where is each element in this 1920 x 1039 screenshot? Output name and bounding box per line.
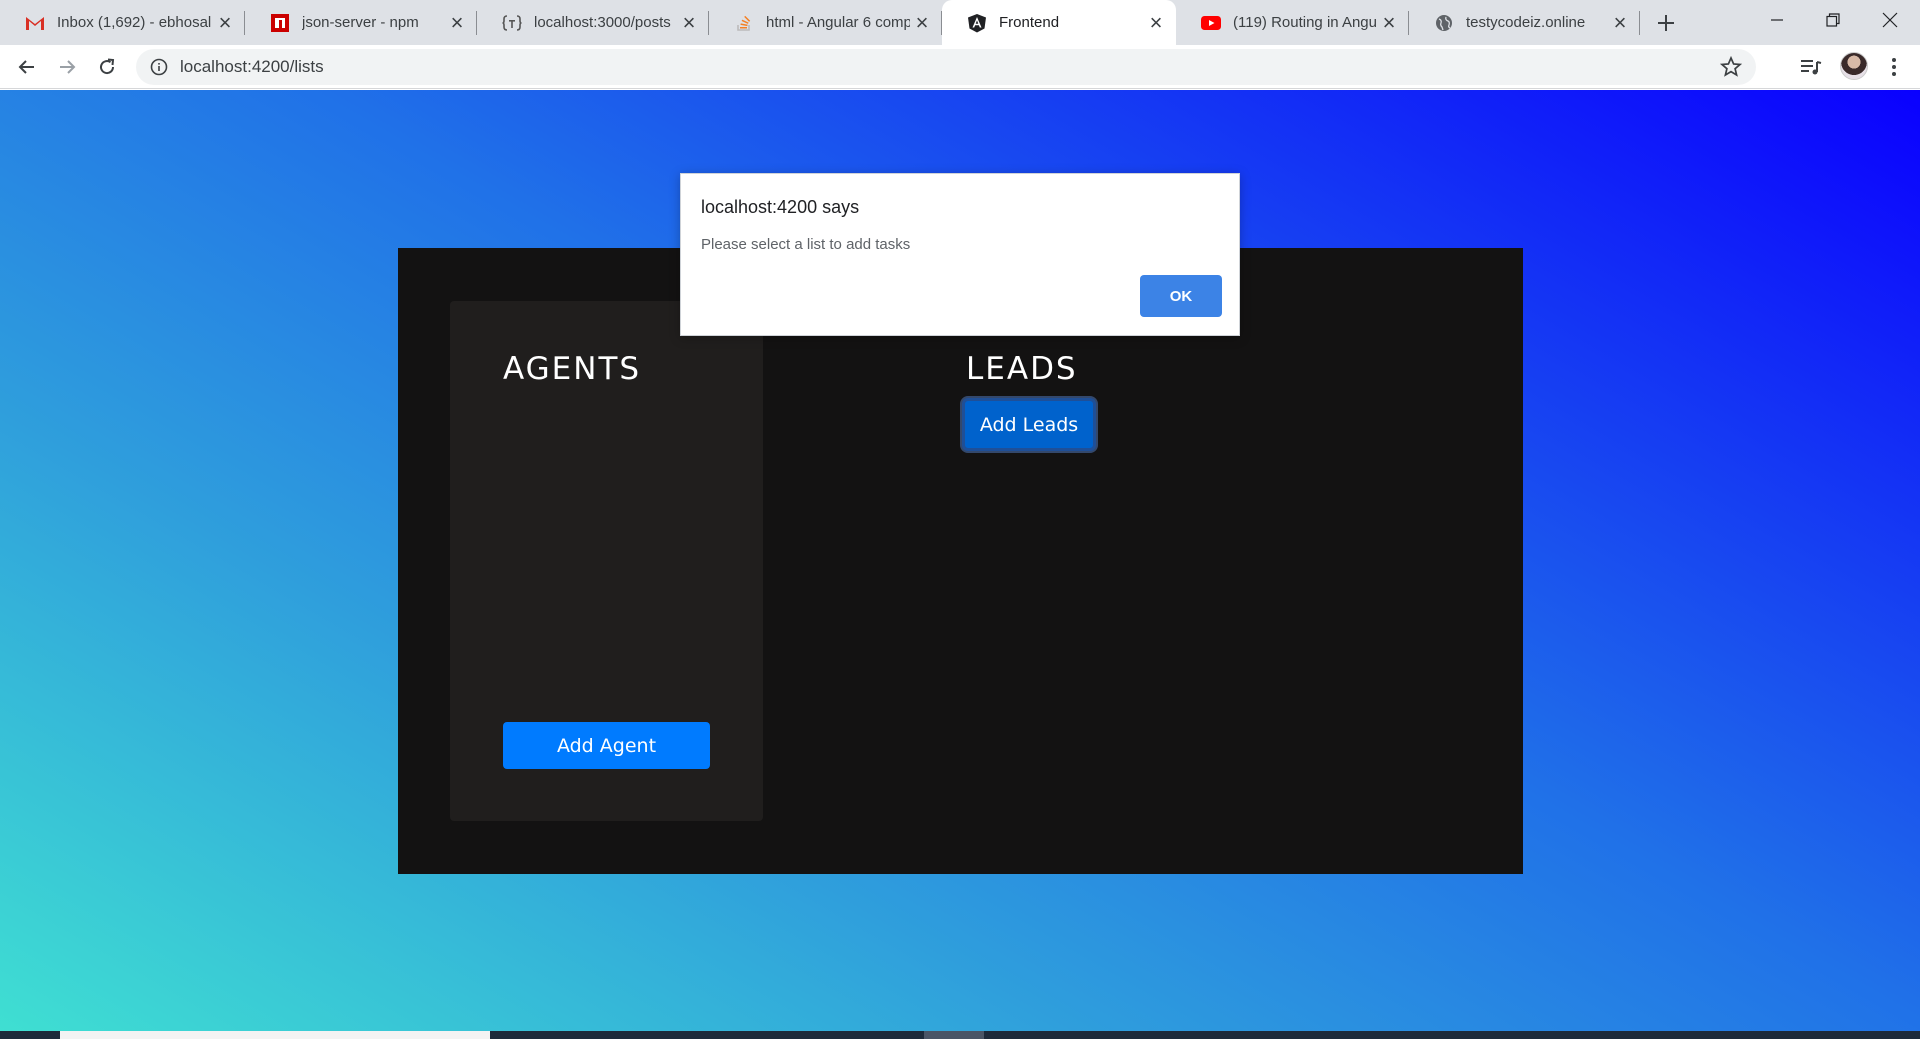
tab-stackoverflow[interactable]: html - Angular 6 comp × (709, 0, 942, 45)
gmail-icon (25, 13, 45, 33)
reload-icon (100, 58, 115, 75)
restore-button[interactable] (1805, 0, 1861, 40)
alert-dialog: localhost:4200 says Please select a list… (680, 173, 1240, 336)
taskbar-app[interactable] (924, 1031, 984, 1039)
close-icon[interactable]: × (1608, 10, 1632, 35)
tab-youtube-routing[interactable]: (119) Routing in Angul × (1176, 0, 1409, 45)
tab-json-server-npm[interactable]: json-server - npm × (245, 0, 477, 45)
close-icon (1882, 12, 1898, 28)
globe-icon (1434, 13, 1454, 33)
youtube-icon (1201, 13, 1221, 33)
npm-icon (270, 13, 290, 33)
tab-title: localhost:3000/posts (534, 14, 671, 31)
back-button[interactable] (11, 51, 43, 83)
tab-testycodeiz[interactable]: testycodeiz.online × (1409, 0, 1640, 45)
browser-tab-strip: Inbox (1,692) - ebhosal × json-server - … (0, 0, 1920, 45)
close-icon[interactable]: × (213, 10, 237, 35)
agents-heading: AGENTS (503, 351, 642, 387)
json-icon (502, 13, 522, 33)
add-leads-button[interactable]: Add Leads (962, 398, 1096, 451)
minimize-icon (1771, 19, 1783, 21)
tab-title: testycodeiz.online (1466, 14, 1586, 31)
browser-toolbar: localhost:4200/lists (0, 45, 1920, 89)
close-window-button[interactable] (1862, 0, 1918, 40)
reload-button[interactable] (91, 51, 123, 83)
close-icon[interactable]: × (1377, 10, 1401, 35)
tab-title: (119) Routing in Angul (1233, 14, 1377, 31)
tab-title: Inbox (1,692) - ebhosal (57, 14, 212, 31)
arrow-right-icon (60, 60, 76, 74)
page-background: AGENTS Add Agent LEADS Add Leads localho… (0, 90, 1920, 1031)
bookmark-star-icon[interactable] (1719, 55, 1743, 78)
menu-kebab-icon[interactable] (1880, 53, 1908, 81)
tab-frontend[interactable]: Frontend × (942, 0, 1176, 45)
media-queue-icon[interactable] (1797, 53, 1825, 81)
ok-button[interactable]: OK (1140, 275, 1222, 317)
dialog-message: Please select a list to add tasks (701, 236, 911, 253)
new-tab-button[interactable] (1650, 8, 1682, 38)
dialog-title: localhost:4200 says (701, 197, 860, 217)
tab-title: json-server - npm (302, 14, 419, 31)
taskbar (0, 1031, 1920, 1039)
address-bar[interactable]: localhost:4200/lists (136, 49, 1756, 85)
restore-icon (1826, 13, 1840, 27)
close-icon[interactable]: × (1144, 10, 1168, 35)
tab-title: Frontend (999, 14, 1060, 31)
add-agent-button[interactable]: Add Agent (503, 722, 710, 769)
lists-board: AGENTS Add Agent LEADS Add Leads (398, 248, 1523, 874)
tab-localhost-posts[interactable]: localhost:3000/posts × (477, 0, 709, 45)
minimize-button[interactable] (1749, 0, 1805, 40)
agents-panel: AGENTS Add Agent (450, 301, 763, 821)
close-icon[interactable]: × (677, 10, 701, 35)
arrow-left-icon (18, 60, 34, 74)
close-icon[interactable]: × (445, 10, 469, 35)
plus-icon (1658, 15, 1674, 31)
angular-icon (967, 13, 987, 33)
taskbar-search[interactable] (60, 1031, 490, 1039)
leads-heading: LEADS (966, 351, 1078, 387)
tab-title: html - Angular 6 comp (766, 14, 910, 31)
stackoverflow-icon (734, 13, 754, 33)
address-url: localhost:4200/lists (180, 57, 324, 76)
tab-separator (1639, 11, 1640, 35)
tab-gmail[interactable]: Inbox (1,692) - ebhosal × (0, 0, 245, 45)
forward-button[interactable] (51, 51, 83, 83)
info-icon[interactable] (150, 58, 168, 76)
profile-avatar[interactable] (1840, 52, 1868, 80)
close-icon[interactable]: × (910, 10, 934, 35)
